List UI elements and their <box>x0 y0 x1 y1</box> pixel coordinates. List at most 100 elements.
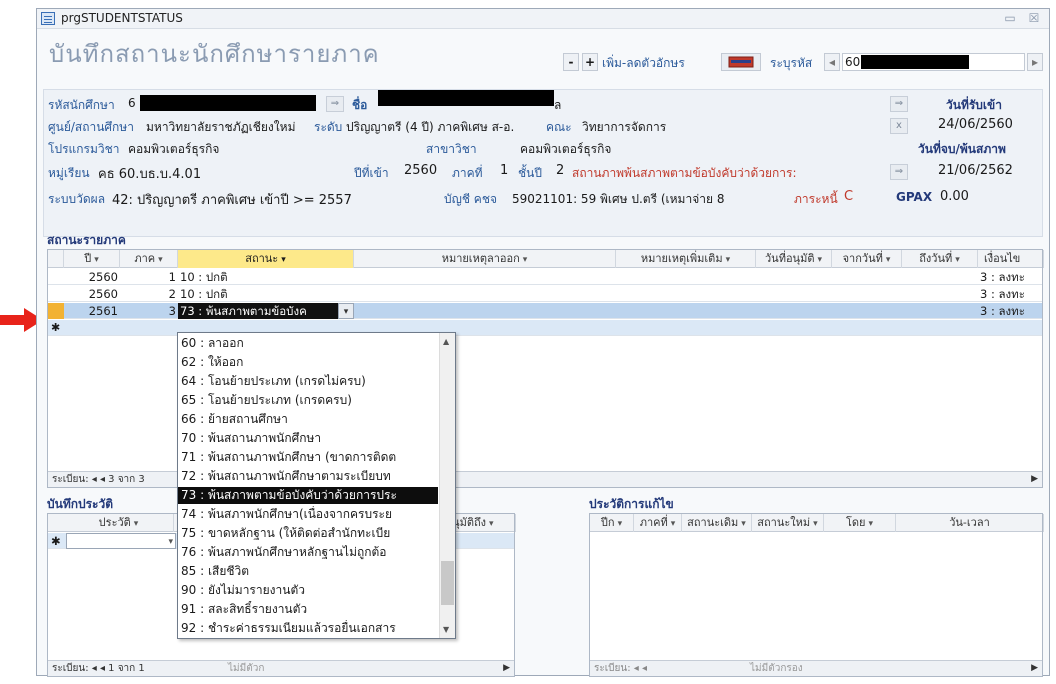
edit-history-record-navigator[interactable]: ระเบียน: ◂ ◂ ไม่มีตัวกรอง ▶ <box>590 660 1042 676</box>
dropdown-option[interactable]: 73 : พ้นสภาพตามข้อบังคับว่าด้วยการประ <box>178 487 438 504</box>
row-status[interactable]: 10 : ปกติ <box>180 286 350 302</box>
student-id-label: รหัสนักศึกษา <box>48 98 115 112</box>
row-condition: 3 : ลงทะ <box>980 304 1025 318</box>
edit-history-header: ปีก ▾ ภาคที่ ▾ สถานะเดิม ▾ สถานะใหม่ ▾ โดย ▾ … <box>590 514 1044 532</box>
row-year: 2560 <box>88 270 118 284</box>
minimize-button[interactable]: ▭ <box>1003 11 1017 25</box>
dropdown-option[interactable]: 90 : ยังไม่มารายงานตัว <box>178 582 438 599</box>
font-increase-button[interactable]: + <box>582 53 598 71</box>
col-withdraw-note-header[interactable]: หมายเหตุลาออก ▾ <box>354 250 616 268</box>
table-row[interactable]: 2560 2 10 : ปกติ 3 : ลงทะ <box>48 286 1042 302</box>
id-lookup-button[interactable]: ⇒ <box>326 96 344 112</box>
form-icon <box>41 12 55 25</box>
scroll-down-icon[interactable]: ▼ <box>443 625 449 634</box>
col-extra-note-header[interactable]: หมายเหตุเพิ่มเติม ▾ <box>616 250 756 268</box>
graduation-label: วันที่จบ/พ้นสภาพ <box>918 142 1006 156</box>
term-value: 1 <box>500 163 509 178</box>
record-nav-text: ระเบียน: ◂ ◂ <box>594 663 647 674</box>
scroll-right-icon[interactable]: ▶ <box>1031 472 1038 487</box>
entry-date-value: 24/06/2560 <box>938 117 1013 132</box>
row-status-combo[interactable]: 73 : พ้นสภาพตามข้อบังค <box>178 303 338 319</box>
edit-history-grid: ปีก ▾ ภาคที่ ▾ สถานะเดิม ▾ สถานะใหม่ ▾ โดย ▾ … <box>589 513 1044 677</box>
dropdown-option[interactable]: 62 : ให้ออก <box>178 354 438 371</box>
program-value: คอมพิวเตอร์ธุรกิจ <box>128 142 220 156</box>
col-by-header[interactable]: โดย ▾ <box>824 514 896 532</box>
col-history-header[interactable]: ประวัติ ▾ <box>64 514 174 532</box>
id-search-value: 60 <box>845 55 861 69</box>
col-term-header[interactable]: ภาคที่ ▾ <box>634 514 682 532</box>
faculty-clear-button[interactable]: x <box>890 118 908 134</box>
new-row-marker: ✱ <box>51 534 61 548</box>
dropdown-option[interactable]: 60 : ลาออก <box>178 335 438 352</box>
entry-date-label: วันที่รับเข้า <box>946 98 1002 112</box>
new-row-marker: ✱ <box>51 321 61 334</box>
col-year-header[interactable]: ปี ▾ <box>64 250 120 268</box>
status-detail-button[interactable]: ⇒ <box>890 164 908 180</box>
year-in-label: ปีที่เข้า <box>354 166 389 180</box>
id-search-label: ระบุรหัส <box>770 56 813 70</box>
scroll-thumb[interactable] <box>441 561 454 605</box>
scroll-up-icon[interactable]: ▲ <box>443 337 449 346</box>
history-record-navigator[interactable]: ระเบียน: ◂ ◂ 1 จาก 1 ไม่มีตัวก ▶ <box>48 660 514 676</box>
id-card-icon <box>728 56 754 68</box>
card-reader-button[interactable] <box>721 53 761 71</box>
dropdown-option[interactable]: 91 : สละสิทธิ์รายงานตัว <box>178 601 438 618</box>
record-nav-text: ระเบียน: ◂ ◂ 1 จาก 1 <box>52 663 145 674</box>
center-label: ศูนย์/สถานศึกษา <box>48 120 134 134</box>
status-dropdown-list[interactable]: 60 : ลาออก 62 : ให้ออก 64 : โอนย้ายประเภท … <box>177 332 456 639</box>
student-info-panel: รหัสนักศึกษา 6 ⇒ ชื่อ ล ⇒ วันที่รับเข้า … <box>43 89 1043 237</box>
class-year-label: ชั้นปี <box>518 166 542 180</box>
col-status-header-highlight: สถานะ ▾ <box>178 250 354 268</box>
dropdown-option[interactable]: 72 : พ้นสถานภาพนักศึกษาตามระเบียบท <box>178 468 438 485</box>
account-label: บัญชี คชจ <box>444 192 498 206</box>
col-condition-header[interactable]: เงื่อนไข <box>978 250 1044 268</box>
row-year: 2561 <box>88 304 118 318</box>
window-title: prgSTUDENTSTATUS <box>61 11 183 25</box>
id-search-input[interactable]: 60 <box>842 53 1025 71</box>
name-value-tail: ล <box>554 98 562 112</box>
form-title: บันทึกสถานะนักศึกษารายภาค <box>49 40 380 68</box>
edit-history-title: ประวัติการแก้ไข <box>589 497 674 511</box>
dropdown-option[interactable]: 92 : ชำระค่าธรรมเนียมแล้วรอยื่นเอกสาร <box>178 620 438 637</box>
dropdown-option[interactable]: 75 : ขาดหลักฐาน (ให้ติดต่อสำนักทะเบีย <box>178 525 438 542</box>
gpax-label: GPAX <box>896 190 933 204</box>
col-new-status-header[interactable]: สถานะใหม่ ▾ <box>752 514 824 532</box>
col-old-status-header[interactable]: สถานะเดิม ▾ <box>682 514 752 532</box>
dropdown-option[interactable]: 70 : พ้นสถานภาพนักศึกษา <box>178 430 438 447</box>
name-detail-button[interactable]: ⇒ <box>890 96 908 112</box>
dropdown-scrollbar[interactable]: ▲ ▼ <box>439 333 455 638</box>
col-datetime-header[interactable]: วัน-เวลา <box>896 514 1044 532</box>
major-value: คอมพิวเตอร์ธุรกิจ <box>520 142 612 156</box>
status-label: สถานภาพ <box>572 166 625 180</box>
close-button[interactable]: ☒ <box>1027 11 1041 25</box>
row-term: 1 <box>168 270 176 284</box>
dropdown-option[interactable]: 64 : โอนย้ายประเภท (เกรดไม่ครบ) <box>178 373 438 390</box>
debt-value: C <box>844 189 854 204</box>
table-row[interactable]: 2560 1 10 : ปกติ 3 : ลงทะ <box>48 269 1042 285</box>
dropdown-option[interactable]: 76 : พ้นสภาพนักศึกษาหลักฐานไม่ถูกต้อ <box>178 544 438 561</box>
history-combo[interactable]: ▾ <box>66 533 176 549</box>
row-status[interactable]: 10 : ปกติ <box>180 269 350 285</box>
col-term-header[interactable]: ภาค ▾ <box>120 250 178 268</box>
faculty-label: คณะ <box>546 120 572 134</box>
font-decrease-button[interactable]: - <box>563 53 579 71</box>
next-record-button[interactable]: ▸ <box>1027 53 1043 71</box>
row-year: 2560 <box>88 287 118 301</box>
dropdown-option[interactable]: 74 : พ้นสภาพนักศึกษา(เนื่องจากครบระย <box>178 506 438 523</box>
col-year-header[interactable]: ปีก ▾ <box>590 514 634 532</box>
table-row-selected[interactable]: 2561 3 73 : พ้นสภาพตามข้อบังค ▾ 3 : ลงทะ <box>48 303 1042 319</box>
dropdown-option[interactable]: 65 : โอนย้ายประเภท (เกรดครบ) <box>178 392 438 409</box>
status-dropdown-toggle[interactable]: ▾ <box>338 303 354 319</box>
prev-record-button[interactable]: ◂ <box>824 53 840 71</box>
dropdown-option[interactable]: 85 : เสียชีวิต <box>178 563 438 580</box>
col-to-date-header[interactable]: ถึงวันที่ ▾ <box>902 250 978 268</box>
graduation-date-value: 21/06/2562 <box>938 163 1013 178</box>
dropdown-option[interactable]: 66 : ย้ายสถานศึกษา <box>178 411 438 428</box>
col-from-date-header[interactable]: จากวันที่ ▾ <box>832 250 902 268</box>
scroll-right-icon[interactable]: ▶ <box>503 661 510 676</box>
scroll-right-icon[interactable]: ▶ <box>1031 661 1038 676</box>
col-approve-date-header[interactable]: วันที่อนุมัติ ▾ <box>756 250 832 268</box>
term-status-title: สถานะรายภาค <box>47 233 126 247</box>
title-bar: prgSTUDENTSTATUS ▭ ☒ <box>37 9 1049 29</box>
dropdown-option[interactable]: 71 : พ้นสถานภาพนักศึกษา (ขาดการติดต <box>178 449 438 466</box>
